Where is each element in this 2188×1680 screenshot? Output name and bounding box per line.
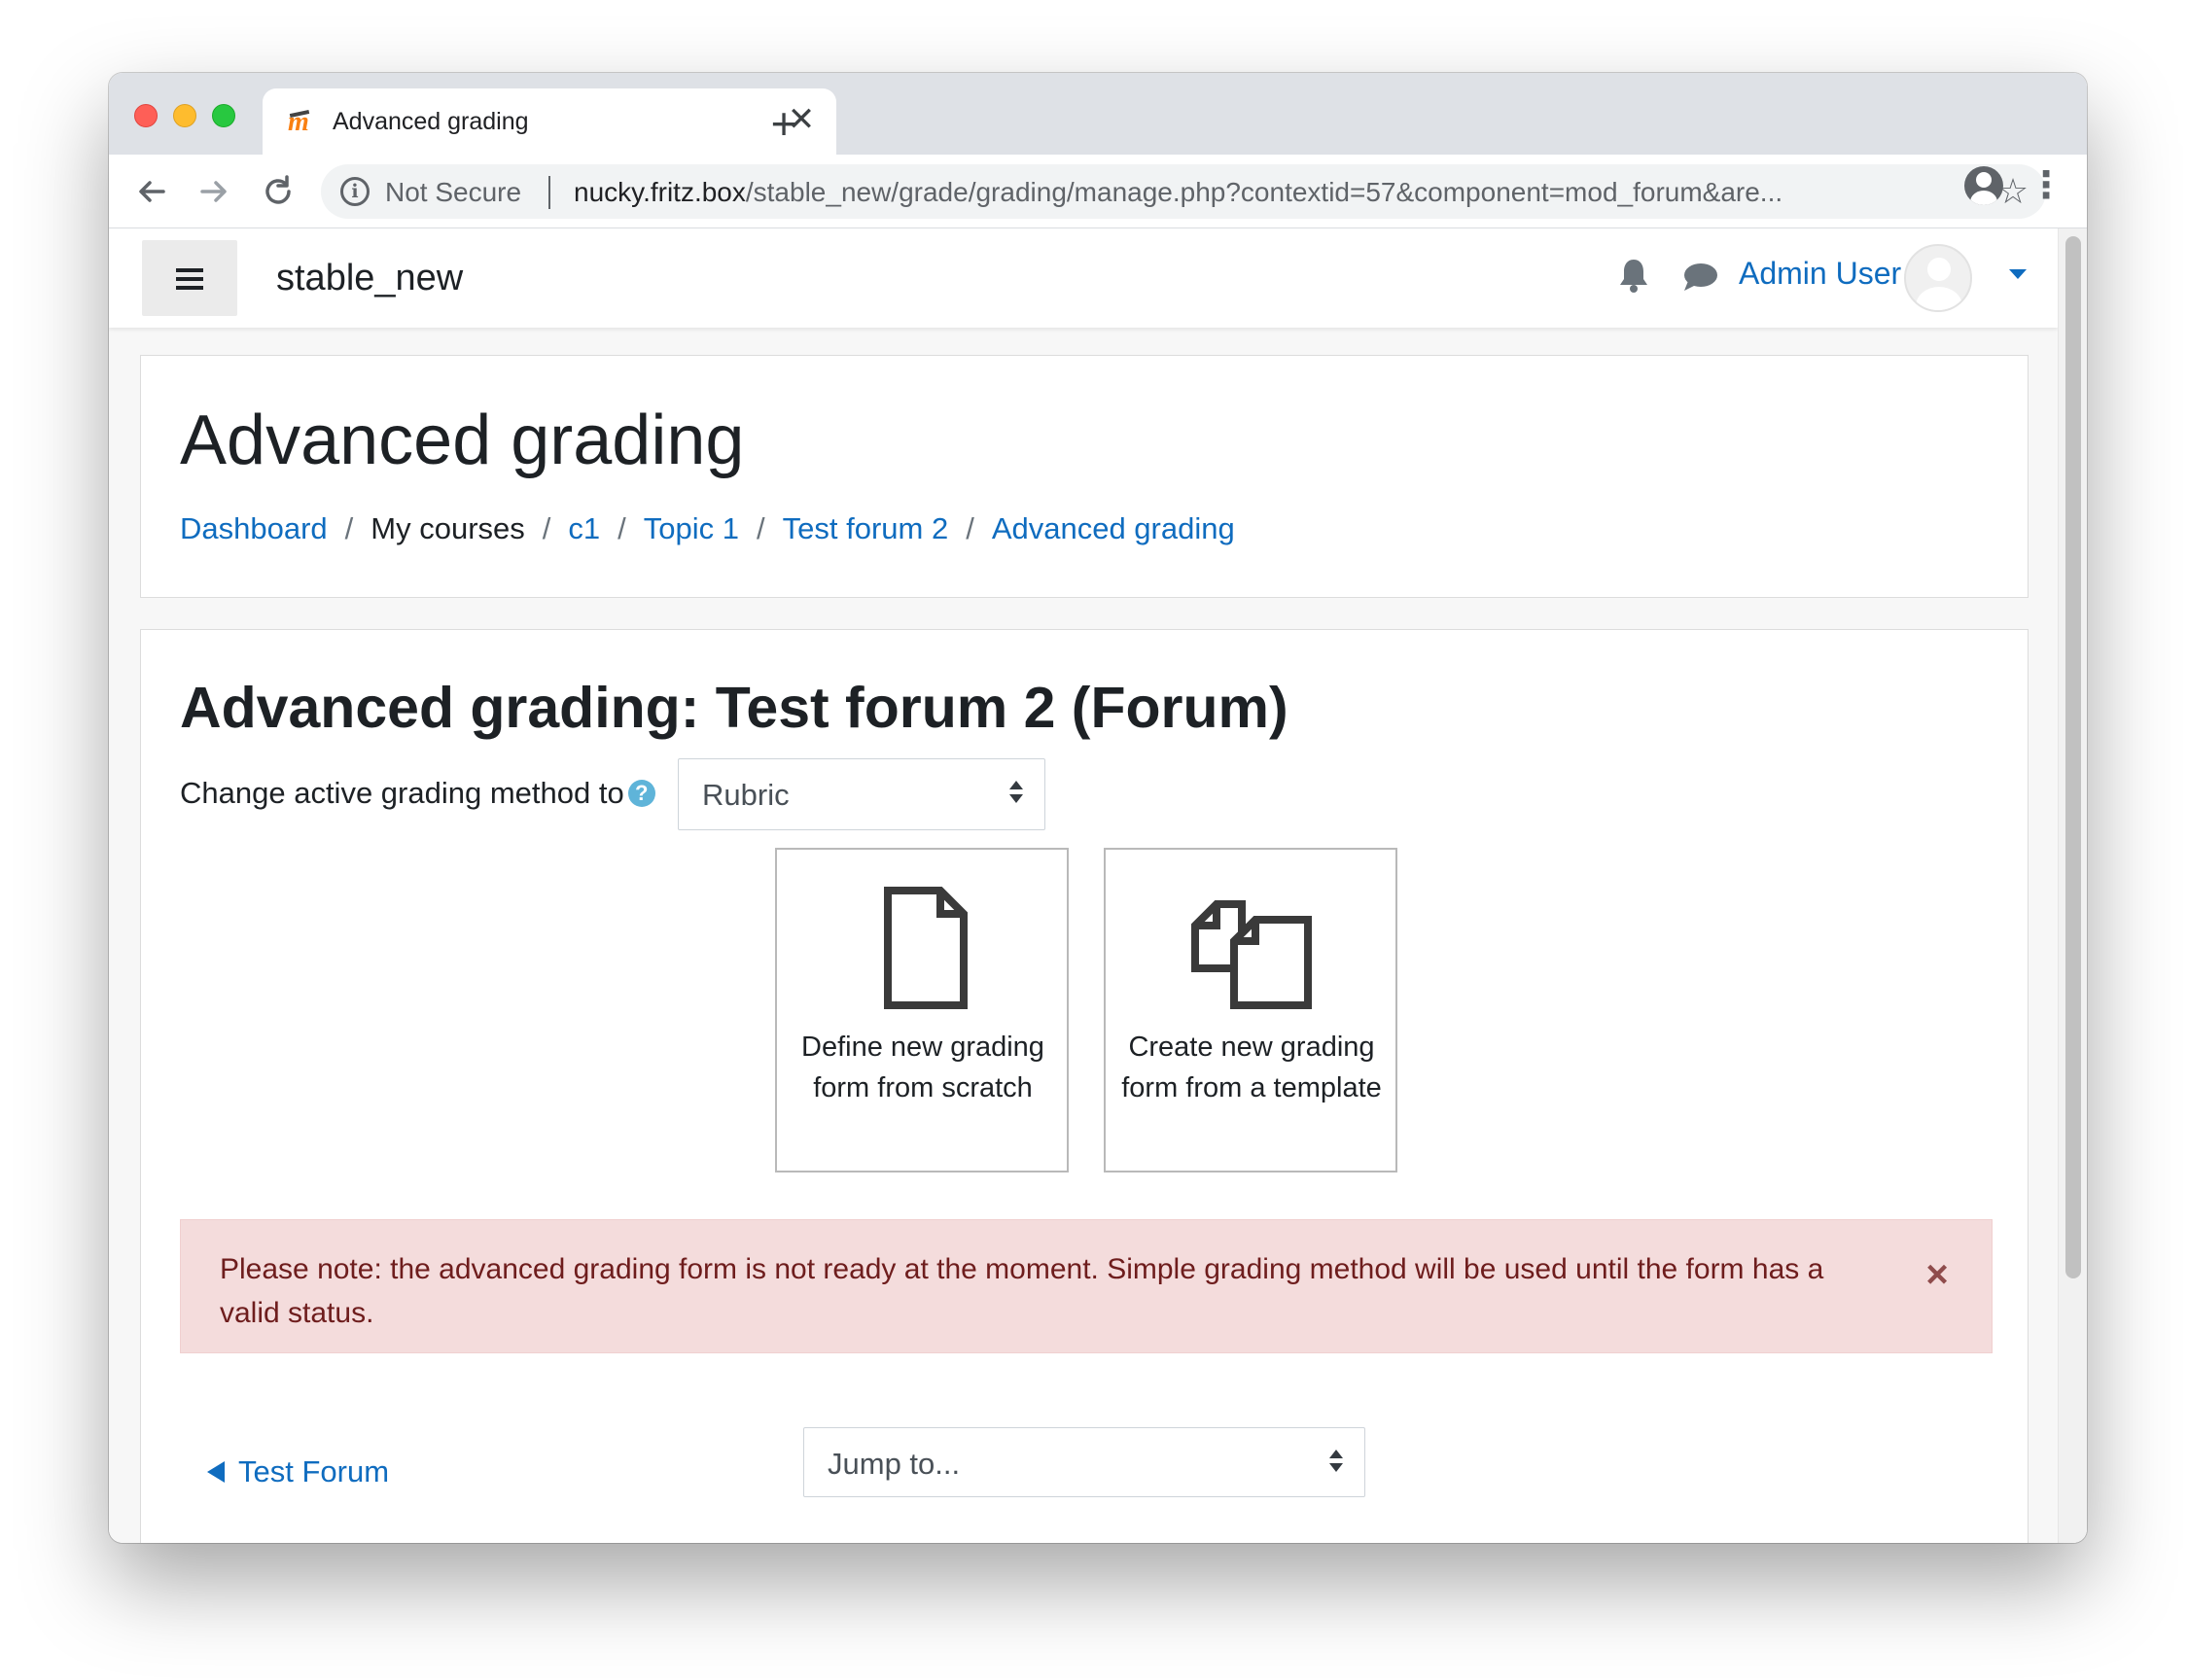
address-bar[interactable]: i Not Secure nucky.fritz.box/stable_new/… bbox=[321, 164, 2046, 219]
new-tab-button[interactable]: + bbox=[755, 94, 813, 153]
file-icon bbox=[884, 887, 968, 1009]
bell-icon[interactable] bbox=[1616, 256, 1651, 295]
previous-activity-label: Test Forum bbox=[238, 1454, 390, 1488]
profile-icon[interactable] bbox=[1964, 166, 2003, 205]
create-from-template-label: Create new grading form from a template bbox=[1121, 1032, 1382, 1103]
browser-menu-icon[interactable]: ⋮ bbox=[2027, 166, 2065, 205]
close-window-button[interactable] bbox=[134, 104, 158, 127]
breadcrumb-my-courses: My courses bbox=[371, 511, 525, 545]
breadcrumb-c1[interactable]: c1 bbox=[568, 511, 600, 546]
select-arrows-icon bbox=[1329, 1450, 1343, 1475]
browser-toolbar: i Not Secure nucky.fritz.box/stable_new/… bbox=[109, 155, 2087, 228]
forward-button[interactable] bbox=[191, 168, 237, 215]
grading-method-label-text: Change active grading method to bbox=[180, 776, 624, 810]
tab-strip: m Advanced grading ✕ + bbox=[109, 73, 2087, 155]
tab-title: Advanced grading bbox=[333, 108, 529, 135]
select-arrows-icon bbox=[1009, 781, 1023, 806]
maximize-window-button[interactable] bbox=[212, 104, 235, 127]
grading-method-value: Rubric bbox=[702, 778, 790, 812]
scrollbar[interactable] bbox=[2058, 228, 2087, 1543]
close-icon[interactable]: × bbox=[1918, 1255, 1957, 1294]
define-from-scratch-button[interactable]: Define new grading form from scratch bbox=[775, 848, 1069, 1172]
hamburger-menu-icon[interactable] bbox=[142, 240, 237, 316]
minimize-window-button[interactable] bbox=[173, 104, 196, 127]
url-text[interactable]: nucky.fritz.box/stable_new/grade/grading… bbox=[574, 177, 1877, 208]
reload-icon bbox=[265, 175, 291, 204]
grading-method-label: Change active grading method to ? bbox=[180, 776, 655, 811]
avatar[interactable] bbox=[1904, 244, 1972, 312]
site-navbar: stable_new Admin User bbox=[109, 228, 2058, 328]
scrollbar-thumb[interactable] bbox=[2065, 236, 2081, 1278]
triangle-left-icon bbox=[207, 1461, 225, 1483]
breadcrumb: Dashboard / My courses / c1 / Topic 1 / … bbox=[180, 511, 1235, 546]
reload-button[interactable] bbox=[255, 168, 301, 215]
site-name[interactable]: stable_new bbox=[276, 258, 463, 299]
create-from-template-button[interactable]: Create new grading form from a template bbox=[1104, 848, 1397, 1172]
breadcrumb-separator: / bbox=[618, 511, 626, 545]
breadcrumb-separator: / bbox=[344, 511, 354, 545]
main-content-card: Advanced grading: Test forum 2 (Forum) C… bbox=[140, 629, 2029, 1543]
url-host: nucky.fritz.box bbox=[574, 177, 746, 207]
moodle-favicon-icon: m bbox=[288, 109, 321, 136]
breadcrumb-dashboard[interactable]: Dashboard bbox=[180, 511, 328, 546]
define-from-scratch-label: Define new grading form from scratch bbox=[801, 1032, 1044, 1103]
jump-to-select[interactable]: Jump to... bbox=[803, 1427, 1365, 1497]
back-button[interactable] bbox=[128, 168, 175, 215]
breadcrumb-separator: / bbox=[757, 511, 765, 545]
breadcrumb-topic-1[interactable]: Topic 1 bbox=[644, 511, 739, 546]
help-icon[interactable]: ? bbox=[627, 780, 655, 807]
browser-window: m Advanced grading ✕ + i Not Secure nuck… bbox=[109, 73, 2087, 1543]
url-divider bbox=[548, 176, 550, 209]
grading-method-select[interactable]: Rubric bbox=[678, 758, 1045, 830]
breadcrumb-test-forum-2[interactable]: Test forum 2 bbox=[783, 511, 949, 546]
messages-icon[interactable] bbox=[1680, 260, 1719, 295]
not-secure-label: Not Secure bbox=[385, 177, 522, 207]
copy-icon bbox=[1191, 900, 1312, 1009]
url-path: /stable_new/grade/grading/manage.php?con… bbox=[745, 177, 1783, 207]
user-menu-caret-icon[interactable] bbox=[2009, 269, 2027, 279]
breadcrumb-advanced-grading[interactable]: Advanced grading bbox=[992, 511, 1235, 546]
browser-tab[interactable]: m Advanced grading ✕ bbox=[263, 88, 836, 155]
warning-alert: Please note: the advanced grading form i… bbox=[180, 1219, 1993, 1353]
arrow-left-icon bbox=[139, 181, 165, 202]
info-icon[interactable]: i bbox=[340, 177, 370, 206]
jump-to-value: Jump to... bbox=[828, 1447, 961, 1481]
page-title: Advanced grading bbox=[180, 402, 745, 479]
alert-message: Please note: the advanced grading form i… bbox=[220, 1253, 1824, 1329]
previous-activity-link[interactable]: Test Forum bbox=[207, 1454, 389, 1489]
breadcrumb-separator: / bbox=[966, 511, 974, 545]
section-title: Advanced grading: Test forum 2 (Forum) bbox=[180, 676, 1288, 740]
user-menu-name[interactable]: Admin User bbox=[1739, 256, 1901, 292]
page-viewport: stable_new Admin User Advanced grading D… bbox=[109, 228, 2087, 1543]
arrow-right-icon bbox=[200, 181, 227, 202]
page-header-card: Advanced grading Dashboard / My courses … bbox=[140, 355, 2029, 598]
breadcrumb-separator: / bbox=[542, 511, 551, 545]
